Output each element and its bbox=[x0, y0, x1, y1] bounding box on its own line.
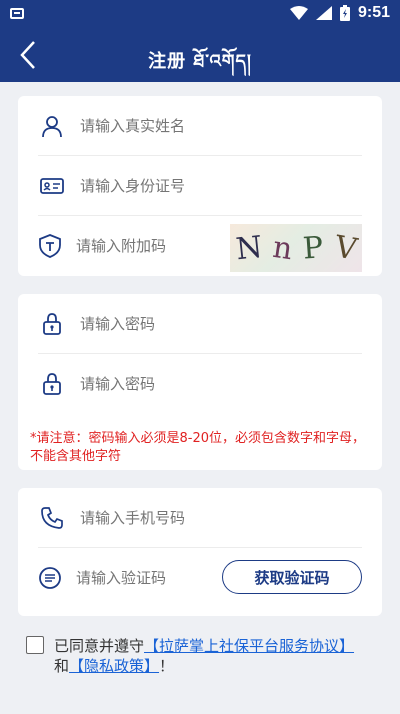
lock-icon bbox=[38, 370, 66, 398]
password-notice: *请注意：密码输入必须是8-20位，必须包含数字和字母，不能含其他字符 bbox=[30, 431, 366, 464]
agree-checkbox[interactable] bbox=[26, 636, 44, 654]
phone-card: 获取验证码 bbox=[18, 488, 382, 616]
agreement-suffix: ！ bbox=[159, 657, 175, 675]
sms-code-row bbox=[38, 548, 270, 608]
page-title: 注册 ཐོ་འགོད། bbox=[148, 51, 252, 72]
phone-icon bbox=[38, 504, 66, 532]
app-header: 注册 ཐོ་འགོད། bbox=[0, 28, 400, 82]
service-agreement-link[interactable]: 【拉萨掌上社保平台服务协议】 bbox=[144, 637, 354, 655]
id-row bbox=[38, 156, 362, 216]
get-code-button[interactable]: 获取验证码 bbox=[222, 560, 362, 594]
notification-app-icon bbox=[10, 8, 24, 19]
battery-icon bbox=[339, 5, 350, 21]
lock-icon bbox=[38, 310, 66, 338]
agreement-and: 和 bbox=[54, 657, 70, 675]
shield-icon bbox=[38, 232, 62, 260]
captcha-image[interactable]: N n P V bbox=[230, 224, 362, 272]
phone-number-input[interactable] bbox=[80, 508, 362, 527]
privacy-policy-link[interactable]: 【隐私政策】 bbox=[69, 657, 159, 675]
agreement-line-2: 和【隐私政策】！ bbox=[54, 654, 174, 678]
captcha-char: P bbox=[302, 229, 325, 267]
real-name-input[interactable] bbox=[80, 116, 362, 135]
status-bar: 9:51 bbox=[0, 0, 400, 28]
message-icon bbox=[38, 564, 62, 592]
identity-card: N n P V bbox=[18, 96, 382, 276]
password-card: *请注意：密码输入必须是8-20位，必须包含数字和字母，不能含其他字符 bbox=[18, 294, 382, 470]
name-row bbox=[38, 96, 362, 156]
status-icons: 9:51 bbox=[289, 4, 390, 22]
password-row bbox=[38, 294, 362, 354]
agreement-prefix: 已同意并遵守 bbox=[54, 637, 145, 655]
user-icon bbox=[38, 112, 66, 140]
signal-icon bbox=[315, 6, 332, 20]
id-number-input[interactable] bbox=[80, 176, 362, 195]
captcha-char: V bbox=[331, 228, 360, 268]
confirm-password-row bbox=[38, 354, 362, 414]
captcha-char: N bbox=[233, 229, 264, 267]
password-input[interactable] bbox=[80, 314, 362, 333]
captcha-row bbox=[38, 216, 270, 276]
wifi-icon bbox=[289, 6, 308, 20]
captcha-char: n bbox=[270, 229, 295, 267]
phone-row bbox=[38, 488, 362, 548]
id-card-icon bbox=[38, 172, 66, 200]
status-time: 9:51 bbox=[357, 4, 390, 21]
confirm-password-input[interactable] bbox=[80, 375, 362, 393]
